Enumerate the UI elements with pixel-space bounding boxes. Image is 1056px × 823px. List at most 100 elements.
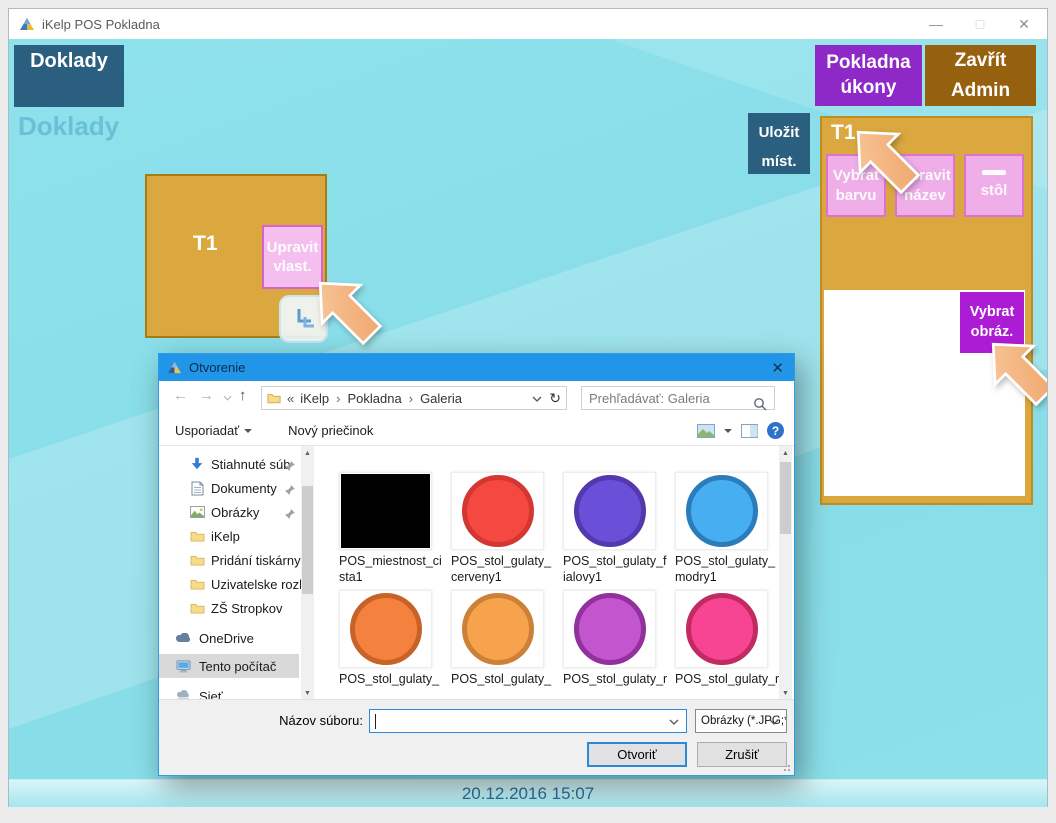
ulozit-mist-button[interactable]: Uložit míst.: [748, 113, 810, 174]
pin-icon: [285, 459, 295, 474]
sidebar-item-onedrive[interactable]: OneDrive: [159, 626, 299, 650]
breadcrumb-bar[interactable]: « iKelp › Pokladna › Galeria ↻: [261, 386, 567, 410]
history-chevron-icon[interactable]: [223, 395, 232, 401]
file-tile[interactable]: POS_stol_gulaty_modry1: [675, 472, 768, 585]
files-scrollbar[interactable]: ▲ ▼: [779, 446, 792, 701]
pin-icon: [285, 483, 295, 498]
up-icon[interactable]: ↑: [239, 387, 247, 404]
file-name: POS_stol_gulaty_fialovy1: [563, 553, 656, 585]
dialog-close-button[interactable]: ✕: [771, 354, 784, 381]
forward-icon[interactable]: →: [199, 387, 214, 404]
sidebar-item-pictures[interactable]: Obrázky: [159, 500, 299, 524]
navigation-pane: Stiahnuté súb Dokumenty Obrázky: [159, 446, 301, 701]
scrollbar-thumb[interactable]: [780, 462, 791, 534]
file-name: POS_stol_gulaty_: [339, 671, 432, 687]
resize-grip[interactable]: [782, 763, 792, 773]
sidebar-scrollbar[interactable]: ▲ ▼: [301, 446, 314, 701]
filetype-select[interactable]: Obrázky (*.JPG;*.JPEG;*.GIF;*.PN: [695, 709, 787, 733]
file-tile[interactable]: POS_stol_gulaty_: [339, 590, 432, 687]
back-icon[interactable]: ←: [173, 387, 188, 404]
vybrat-obraz-button[interactable]: Vybrat obráz.: [960, 292, 1024, 353]
upravit-nazev-button[interactable]: Upravit název: [895, 154, 955, 217]
dialog-toolbar: Usporiadať Nový priečinok ?: [159, 416, 794, 445]
file-tile[interactable]: POS_stol_gulaty_cerveny1: [451, 472, 544, 585]
sidebar-item-ikelp[interactable]: iKelp: [159, 524, 299, 548]
dialog-titlebar[interactable]: Otvorenie ✕: [159, 354, 794, 381]
dialog-address-row: ← → ↑ « iKelp › Pokladna › Galeria ↻: [159, 381, 794, 416]
pokladna-ukony-button[interactable]: Pokladna úkony: [815, 45, 922, 106]
file-thumbnail: [574, 593, 646, 665]
filename-input[interactable]: [369, 709, 687, 733]
breadcrumb-crumb[interactable]: Pokladna: [348, 391, 402, 406]
stol-button[interactable]: stôl: [964, 154, 1024, 217]
table-properties-panel: T1 Vybrat barvu Upravit název stôl Vybra…: [820, 116, 1033, 505]
address-chevron-icon[interactable]: [532, 396, 542, 402]
sidebar-item-uzivatelske-rozhrani[interactable]: Uzivatelske rozh: [159, 572, 299, 596]
dropdown-arrow-icon: [244, 429, 252, 433]
close-button[interactable]: ✕: [1015, 16, 1033, 33]
table-t1-label: T1: [193, 232, 218, 256]
scroll-down-icon[interactable]: ▼: [779, 690, 792, 697]
sidebar-item-pridani-tiskarny[interactable]: Pridání tiskárny v: [159, 548, 299, 572]
file-tile[interactable]: POS_stol_gulaty_r: [675, 590, 768, 687]
breadcrumb-crumb[interactable]: Galeria: [420, 391, 462, 406]
new-folder-button[interactable]: Nový priečinok: [288, 423, 373, 438]
sidebar-item-documents[interactable]: Dokumenty: [159, 476, 299, 500]
app-titlebar: iKelp POS Pokladna — □ ✕: [9, 9, 1047, 39]
file-thumbnail: [462, 475, 534, 547]
onedrive-icon: [175, 633, 191, 643]
vybrat-barvu-button[interactable]: Vybrat barvu: [826, 154, 886, 217]
file-name: POS_stol_gulaty_cerveny1: [451, 553, 544, 585]
scroll-up-icon[interactable]: ▲: [779, 450, 792, 457]
refresh-icon[interactable]: ↻: [549, 390, 561, 407]
dialog-footer: Názov súboru: Obrázky (*.JPG;*.JPEG;*.GI…: [159, 699, 794, 775]
cancel-button[interactable]: Zrušiť: [697, 742, 787, 767]
search-icon: [753, 397, 767, 411]
scroll-down-icon[interactable]: ▼: [301, 690, 314, 697]
file-thumbnail: [686, 475, 758, 547]
search-input[interactable]: Prehľadávať: Galeria: [581, 386, 775, 410]
corner-arrows-icon: [290, 305, 318, 333]
view-thumbnails-icon[interactable]: [697, 424, 715, 438]
table-t1[interactable]: T1 Upravit vlast.: [145, 174, 327, 338]
dialog-logo-icon: [167, 361, 182, 374]
breadcrumb-crumb[interactable]: iKelp: [300, 391, 329, 406]
file-tile[interactable]: POS_stol_gulaty_fialovy1: [563, 472, 656, 585]
download-icon: [189, 457, 205, 471]
file-name: POS_stol_gulaty_: [451, 671, 544, 687]
dialog-title: Otvorenie: [189, 360, 245, 375]
file-name: POS_miestnost_cista1: [339, 553, 432, 585]
panel-title: T1: [831, 121, 856, 145]
file-thumbnail: [350, 593, 422, 665]
file-name: POS_stol_gulaty_modry1: [675, 553, 768, 585]
help-icon[interactable]: ?: [767, 422, 784, 439]
sidebar-item-downloads[interactable]: Stiahnuté súb: [159, 452, 299, 476]
zavrit-admin-button[interactable]: Zavřít Admin: [925, 45, 1036, 106]
doklady-button[interactable]: Doklady: [14, 45, 124, 107]
file-tile[interactable]: POS_stol_gulaty_r: [563, 590, 656, 687]
minimize-button[interactable]: —: [927, 16, 945, 32]
filename-dropdown-icon[interactable]: [669, 719, 679, 725]
file-tile[interactable]: POS_miestnost_cista1: [339, 472, 432, 585]
file-tile[interactable]: POS_stol_gulaty_: [451, 590, 544, 687]
organize-menu[interactable]: Usporiadať: [175, 423, 252, 438]
open-button[interactable]: Otvoriť: [587, 742, 687, 767]
status-bar: 20.12.2016 15:07: [9, 779, 1047, 807]
filename-label: Názov súboru:: [223, 713, 363, 728]
pictures-icon: [189, 506, 205, 518]
sidebar-item-this-pc[interactable]: Tento počítač: [159, 654, 299, 678]
sidebar-item-zs-stropkov[interactable]: ZŠ Stropkov: [159, 596, 299, 620]
app-window: iKelp POS Pokladna — □ ✕ Doklady Doklady…: [8, 8, 1048, 807]
app-logo-icon: [19, 17, 35, 31]
file-thumbnail: [574, 475, 646, 547]
resize-corner-button[interactable]: [279, 295, 328, 343]
scrollbar-thumb[interactable]: [302, 486, 313, 594]
scroll-up-icon[interactable]: ▲: [301, 450, 314, 457]
upravit-vlast-button[interactable]: Upravit vlast.: [262, 225, 323, 289]
file-name: POS_stol_gulaty_r: [563, 671, 656, 687]
preview-pane-icon[interactable]: [741, 424, 758, 438]
view-dropdown-icon[interactable]: [724, 429, 732, 433]
maximize-button[interactable]: □: [971, 16, 989, 32]
file-name: POS_stol_gulaty_r: [675, 671, 768, 687]
folder-icon: [189, 530, 205, 542]
